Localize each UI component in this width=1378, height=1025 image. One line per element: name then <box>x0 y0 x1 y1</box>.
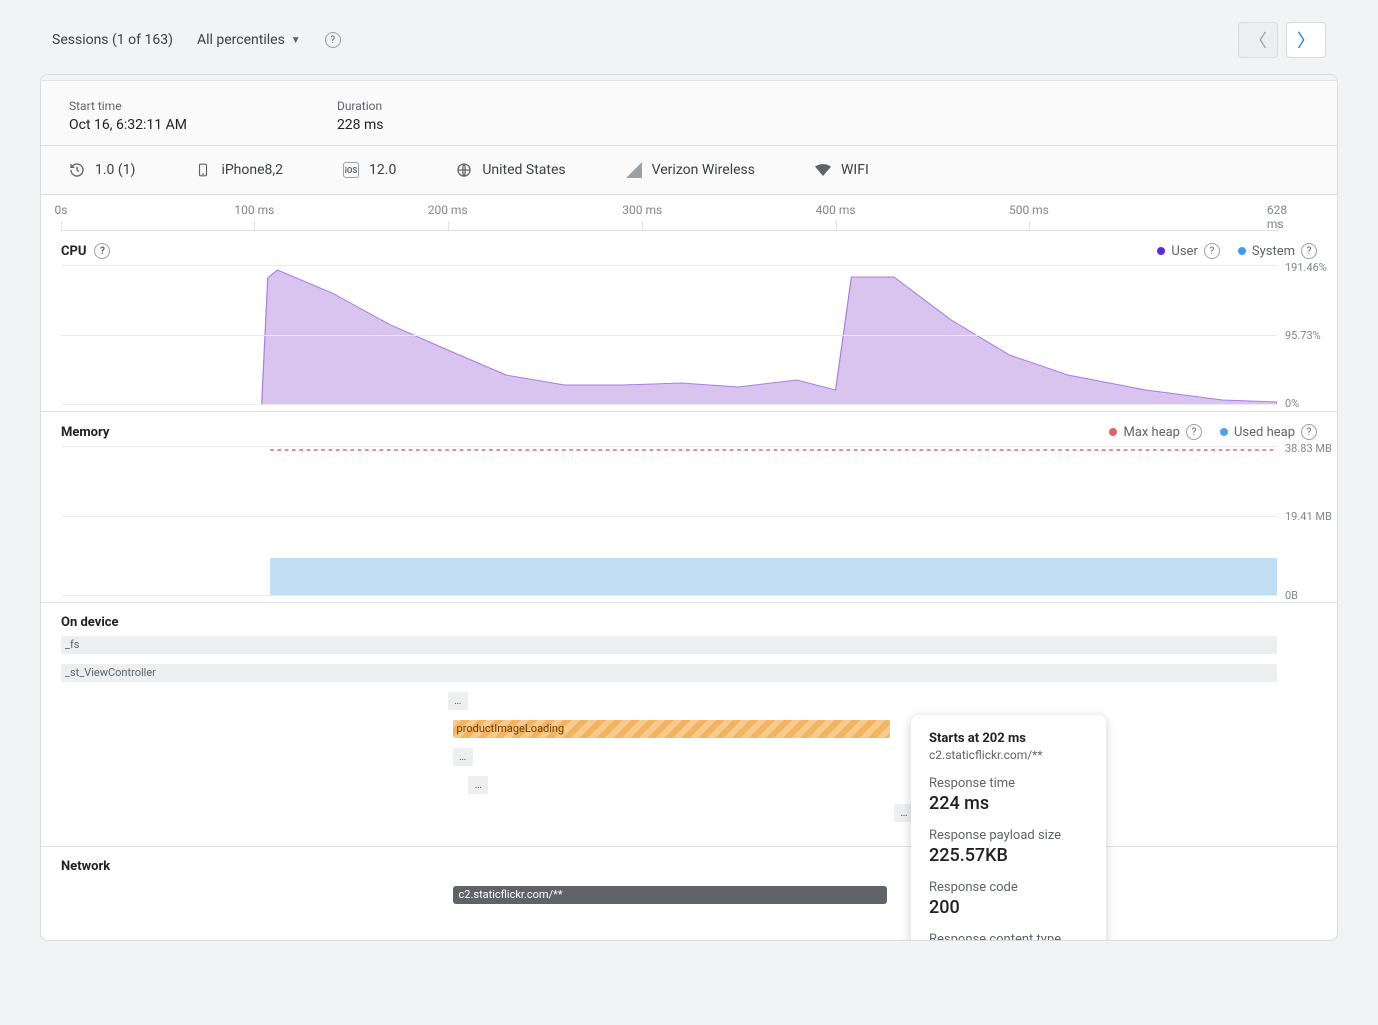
tooltip-code-label: Response code <box>929 880 1088 895</box>
cpu-y-top: 191.46% <box>1285 261 1335 274</box>
help-icon[interactable]: ? <box>1301 243 1317 259</box>
meta-os: iOS 12.0 <box>343 162 396 178</box>
ondevice-section: On device _fs _st_ViewController … produ… <box>41 603 1337 847</box>
cpu-legend-user: User <box>1171 244 1197 259</box>
ruler-tick: 0s <box>55 203 68 217</box>
meta-carrier-value: Verizon Wireless <box>652 162 755 178</box>
session-card: Start time Oct 16, 6:32:11 AM Duration 2… <box>40 74 1338 941</box>
tooltip-rt-label: Response time <box>929 776 1088 791</box>
toolbar: Sessions (1 of 163) All percentiles ▼ ? … <box>40 20 1338 60</box>
ruler-tick: 100 ms <box>234 203 274 217</box>
tooltip-url: c2.staticflickr.com/** <box>929 748 1088 762</box>
memory-legend-max: Max heap <box>1123 425 1180 440</box>
trace-small-1[interactable]: … <box>448 692 468 710</box>
memory-section: Memory Max heap? Used heap? 38.83 MB 19.… <box>41 412 1337 603</box>
trace-fs[interactable]: _fs <box>61 636 1277 654</box>
cpu-y-mid: 95.73% <box>1285 329 1335 342</box>
trace-product-image-loading[interactable]: productImageLoading <box>453 720 891 738</box>
network-section: Network c2.staticflickr.com/** <box>41 847 1337 940</box>
memory-chart[interactable]: 38.83 MB 19.41 MB 0B <box>61 446 1277 596</box>
help-icon[interactable]: ? <box>1204 243 1220 259</box>
tooltip-size-value: 225.57KB <box>929 845 1088 866</box>
duration-value: 228 ms <box>337 117 384 133</box>
tooltip-ct-label: Response content type <box>929 932 1088 941</box>
header-info: Start time Oct 16, 6:32:11 AM Duration 2… <box>41 81 1337 146</box>
help-icon[interactable]: ? <box>94 243 110 259</box>
ruler-tick: 200 ms <box>428 203 468 217</box>
cpu-chart[interactable]: 191.46% 95.73% 0% <box>61 265 1277 405</box>
network-title: Network <box>61 859 110 874</box>
ruler-tick: 400 ms <box>816 203 856 217</box>
mem-y-mid: 19.41 MB <box>1285 510 1335 523</box>
meta-country: United States <box>456 162 565 178</box>
meta-os-value: 12.0 <box>369 162 396 178</box>
meta-device-value: iPhone8,2 <box>221 162 283 178</box>
meta-carrier: Verizon Wireless <box>626 162 755 178</box>
prev-session-button[interactable]: 〈 <box>1238 22 1278 58</box>
globe-icon <box>456 162 472 178</box>
mem-y-bot: 0B <box>1285 589 1335 602</box>
ruler-tick: 300 ms <box>622 203 662 217</box>
cpu-legend-system: System <box>1252 244 1295 259</box>
ruler-tick: 500 ms <box>1009 203 1049 217</box>
help-icon[interactable]: ? <box>325 32 341 48</box>
percentiles-label: All percentiles <box>197 32 285 48</box>
wifi-icon <box>815 162 831 178</box>
percentiles-dropdown[interactable]: All percentiles ▼ <box>197 32 301 48</box>
os-badge-icon: iOS <box>343 162 359 178</box>
sessions-count: Sessions (1 of 163) <box>52 32 173 48</box>
meta-device: iPhone8,2 <box>195 162 283 178</box>
meta-version: 1.0 (1) <box>69 162 135 178</box>
meta-row: 1.0 (1) iPhone8,2 iOS 12.0 United States… <box>41 146 1337 195</box>
ondevice-title: On device <box>61 615 119 630</box>
trace-st-viewcontroller[interactable]: _st_ViewController <box>61 664 1277 682</box>
help-icon[interactable]: ? <box>1301 424 1317 440</box>
tooltip-code-value: 200 <box>929 897 1088 918</box>
tooltip-size-label: Response payload size <box>929 828 1088 843</box>
signal-icon <box>626 162 642 178</box>
phone-icon <box>195 162 211 178</box>
chevron-left-icon: 〈 <box>1249 27 1267 53</box>
network-tooltip: Starts at 202 ms c2.staticflickr.com/** … <box>911 715 1106 941</box>
meta-network-value: WIFI <box>841 162 869 178</box>
tooltip-rt-value: 224 ms <box>929 793 1088 814</box>
memory-legend-used: Used heap <box>1234 425 1295 440</box>
cpu-section: CPU ? User? System? 191.46% 95.73% 0% <box>41 231 1337 412</box>
tooltip-head: Starts at 202 ms <box>929 731 1088 746</box>
chevron-right-icon: 〉 <box>1297 27 1315 53</box>
trace-small-2[interactable]: … <box>453 748 473 766</box>
next-session-button[interactable]: 〉 <box>1286 22 1326 58</box>
meta-version-value: 1.0 (1) <box>95 162 135 178</box>
network-request-flickr[interactable]: c2.staticflickr.com/** <box>453 886 887 904</box>
history-icon <box>69 162 85 178</box>
meta-network: WIFI <box>815 162 869 178</box>
mem-y-top: 38.83 MB <box>1285 442 1335 455</box>
start-time-label: Start time <box>69 99 187 113</box>
chevron-down-icon: ▼ <box>291 35 301 46</box>
help-icon[interactable]: ? <box>1186 424 1202 440</box>
trace-small-3[interactable]: … <box>468 776 488 794</box>
meta-country-value: United States <box>482 162 565 178</box>
memory-area-svg <box>61 446 1277 596</box>
cpu-title: CPU <box>61 244 86 259</box>
timeline-ruler: 0s 100 ms 200 ms 300 ms 400 ms 500 ms 62… <box>61 195 1277 231</box>
start-time-value: Oct 16, 6:32:11 AM <box>69 117 187 133</box>
memory-title: Memory <box>61 425 109 440</box>
cpu-y-bot: 0% <box>1285 397 1335 410</box>
duration-label: Duration <box>337 99 384 113</box>
